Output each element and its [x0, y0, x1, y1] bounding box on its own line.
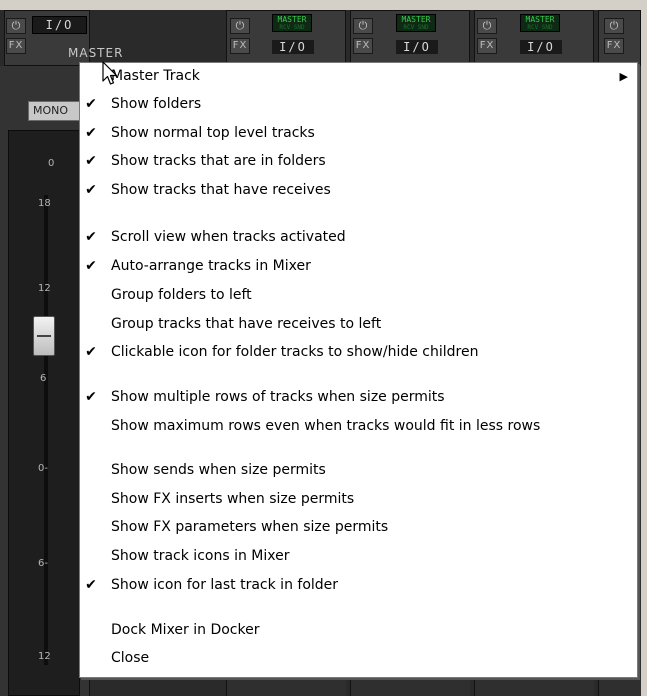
menu-item-label: Show maximum rows even when tracks would…	[111, 418, 541, 434]
master-track-name: MASTER	[68, 46, 124, 60]
menu-item-auto-arrange[interactable]: ✔ Auto-arrange tracks in Mixer	[81, 255, 636, 279]
menu-item-label: Show normal top level tracks	[111, 125, 315, 141]
db-mark: 12	[38, 651, 51, 662]
track-1-io-button[interactable]: I/O	[272, 40, 314, 54]
menu-item-label: Dock Mixer in Docker	[111, 622, 260, 638]
menu-check-icon	[84, 491, 98, 507]
menu-item-label: Show folders	[111, 96, 202, 112]
menu-item-show-sends[interactable]: Show sends when size permits	[81, 459, 636, 483]
track-1-power-icon[interactable]: ⏻	[230, 18, 250, 34]
menu-check-icon	[84, 68, 98, 84]
track-3-master-send-badge[interactable]: MASTER RCV SND	[520, 14, 560, 32]
track-3-power-icon[interactable]: ⏻	[477, 18, 497, 34]
menu-item-label: Clickable icon for folder tracks to show…	[111, 344, 479, 360]
checkmark-icon: ✔	[85, 258, 97, 274]
menu-check-icon	[84, 418, 98, 434]
menu-check-icon	[84, 622, 98, 638]
checkmark-icon: ✔	[85, 577, 97, 593]
mono-button[interactable]: MONO	[28, 101, 80, 121]
menu-item-label: Show icon for last track in folder	[111, 577, 339, 593]
checkmark-icon: ✔	[85, 125, 97, 141]
master-io-button[interactable]: I/O	[32, 16, 87, 34]
mouse-pointer-icon	[102, 61, 118, 85]
menu-item-label: Show sends when size permits	[111, 462, 326, 478]
mixer-context-menu: Master Track ▶ ✔ Show folders ✔ Show nor…	[79, 62, 638, 678]
track-2-io-button[interactable]: I/O	[396, 40, 438, 54]
menu-item-label: Group folders to left	[111, 287, 252, 303]
menu-separator	[84, 212, 635, 213]
menu-check-icon	[84, 462, 98, 478]
master-fader-knob[interactable]	[33, 316, 55, 356]
menu-item-scroll-view[interactable]: ✔ Scroll view when tracks activated	[81, 226, 636, 250]
menu-separator	[84, 447, 635, 448]
menu-item-master-track[interactable]: Master Track ▶	[81, 65, 636, 89]
menu-item-label: Master Track	[111, 68, 200, 84]
db-mark: 6	[40, 373, 47, 384]
menu-item-dock-mixer[interactable]: Dock Mixer in Docker	[81, 619, 636, 643]
menu-item-label: Close	[111, 650, 150, 666]
db-mark: 18	[38, 198, 51, 209]
checkmark-icon: ✔	[85, 389, 97, 405]
submenu-arrow-icon: ▶	[619, 70, 628, 83]
menu-item-show-tracks-in-folders[interactable]: ✔ Show tracks that are in folders	[81, 150, 636, 174]
menu-item-group-folders-left[interactable]: Group folders to left	[81, 284, 636, 308]
menu-item-show-fx-parameters[interactable]: Show FX parameters when size permits	[81, 516, 636, 540]
menu-check-icon	[84, 316, 98, 332]
track-1-master-send-badge[interactable]: MASTER RCV SND	[272, 14, 312, 32]
track-2-master-send-badge[interactable]: MASTER RCV SND	[396, 14, 436, 32]
menu-separator	[84, 606, 635, 607]
master-fader-track[interactable]	[44, 195, 48, 665]
menu-check-icon	[84, 519, 98, 535]
track-1-fx-button[interactable]: FX	[230, 38, 250, 54]
menu-item-maximum-rows[interactable]: Show maximum rows even when tracks would…	[81, 415, 636, 439]
checkmark-icon: ✔	[85, 344, 97, 360]
menu-item-close[interactable]: Close	[81, 647, 636, 671]
menu-item-label: Auto-arrange tracks in Mixer	[111, 258, 311, 274]
menu-item-show-folders[interactable]: ✔ Show folders	[81, 93, 636, 117]
db-mark: 12	[38, 283, 51, 294]
checkmark-icon: ✔	[85, 229, 97, 245]
track-3-io-button[interactable]: I/O	[520, 40, 562, 54]
db-mark: 0-	[38, 463, 48, 474]
track-4-fx-button[interactable]: FX	[604, 38, 624, 54]
menu-item-show-fx-inserts[interactable]: Show FX inserts when size permits	[81, 488, 636, 512]
menu-item-label: Show FX parameters when size permits	[111, 519, 389, 535]
menu-item-label: Scroll view when tracks activated	[111, 229, 346, 245]
menu-item-label: Show FX inserts when size permits	[111, 491, 355, 507]
track-2-fx-button[interactable]: FX	[353, 38, 373, 54]
track-4-power-icon[interactable]: ⏻	[604, 18, 624, 34]
menu-item-show-icon-last-track[interactable]: ✔ Show icon for last track in folder	[81, 574, 636, 598]
checkmark-icon: ✔	[85, 96, 97, 112]
menu-item-show-track-icons[interactable]: Show track icons in Mixer	[81, 545, 636, 569]
menu-item-label: Show track icons in Mixer	[111, 548, 290, 564]
checkmark-icon: ✔	[85, 153, 97, 169]
menu-item-group-receives-left[interactable]: Group tracks that have receives to left	[81, 313, 636, 337]
track-3-fx-button[interactable]: FX	[477, 38, 497, 54]
menu-item-multiple-rows[interactable]: ✔ Show multiple rows of tracks when size…	[81, 386, 636, 410]
track-2-power-icon[interactable]: ⏻	[353, 18, 373, 34]
master-fx-button[interactable]: FX	[6, 38, 26, 54]
window-frame-top	[0, 0, 647, 10]
menu-check-icon	[84, 548, 98, 564]
db-mark: 6-	[38, 558, 48, 569]
menu-check-icon	[84, 650, 98, 666]
master-power-icon[interactable]: ⏻	[6, 18, 26, 34]
menu-item-clickable-folder-icon[interactable]: ✔ Clickable icon for folder tracks to sh…	[81, 341, 636, 365]
window-frame-right	[641, 10, 647, 696]
menu-item-label: Group tracks that have receives to left	[111, 316, 382, 332]
menu-check-icon	[84, 287, 98, 303]
menu-item-show-tracks-with-receives[interactable]: ✔ Show tracks that have receives	[81, 179, 636, 203]
menu-item-label: Show tracks that are in folders	[111, 153, 326, 169]
menu-separator	[84, 374, 635, 375]
menu-item-show-normal-top-level-tracks[interactable]: ✔ Show normal top level tracks	[81, 122, 636, 146]
db-mark: 0	[48, 158, 55, 169]
checkmark-icon: ✔	[85, 182, 97, 198]
menu-item-label: Show multiple rows of tracks when size p…	[111, 389, 445, 405]
menu-item-label: Show tracks that have receives	[111, 182, 331, 198]
